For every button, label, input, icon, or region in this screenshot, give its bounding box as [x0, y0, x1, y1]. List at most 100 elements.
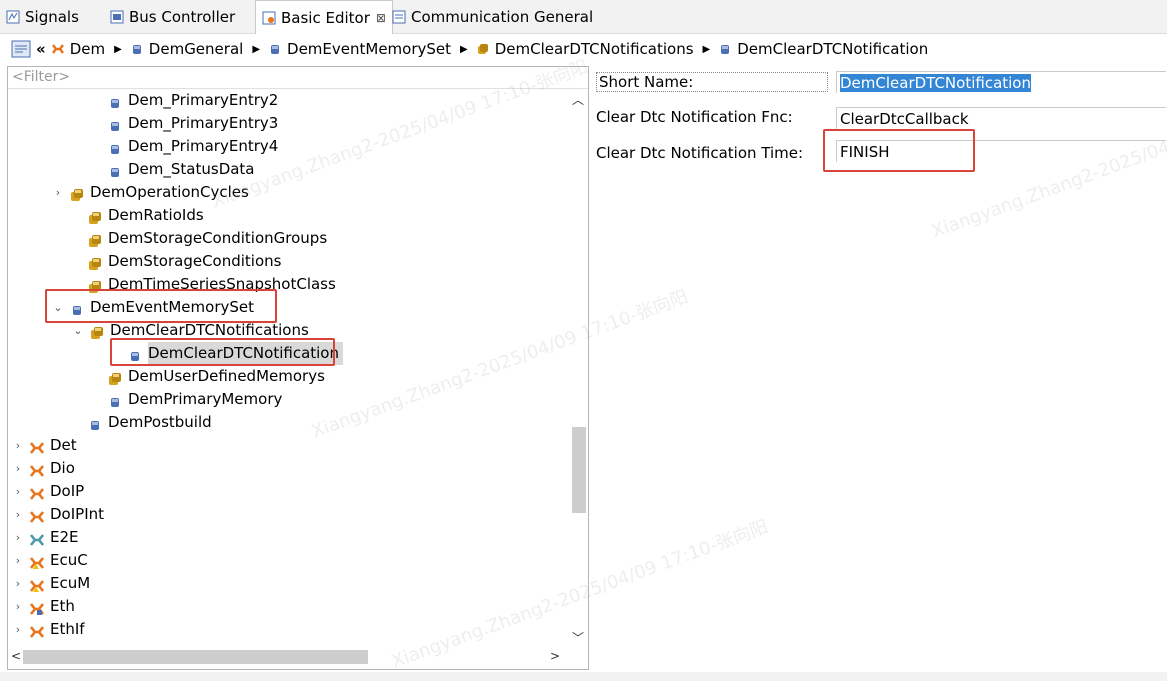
tree-item[interactable]: DemPostbuild	[70, 411, 212, 434]
scroll-up-icon[interactable]: ︿	[572, 91, 584, 108]
tree-item-label: Dem_PrimaryEntry4	[128, 137, 279, 155]
tree-item[interactable]: Dem_PrimaryEntry4	[90, 135, 278, 158]
tree-item[interactable]: DemUserDefinedMemorys	[90, 365, 325, 388]
horizontal-scroll-thumb[interactable]	[23, 650, 368, 664]
expand-toggle-icon[interactable]: ›	[12, 572, 24, 595]
module-warning-icon	[29, 554, 45, 569]
signals-icon	[6, 10, 20, 23]
tree-item[interactable]: Dem_PrimaryEntry2	[90, 89, 278, 112]
tree-item[interactable]: › DoIPInt	[12, 503, 104, 526]
vertical-scroll-thumb[interactable]	[572, 427, 586, 513]
tree-item-label: DemStorageConditions	[108, 252, 282, 270]
module-icon	[29, 508, 45, 523]
parameter-container-icon	[108, 163, 122, 177]
tab-bus-controller[interactable]: Bus Controller	[104, 0, 235, 33]
scroll-right-icon[interactable]: >	[550, 649, 560, 663]
tree-item-label: DoIPInt	[50, 505, 105, 523]
tree-view: Dem_PrimaryEntry2 Dem_PrimaryEntry3 Dem_Pr…	[8, 89, 568, 649]
parameter-container-icon	[88, 416, 102, 430]
container-list-icon	[88, 255, 102, 270]
tree-item-label: Eth	[50, 597, 75, 615]
expand-toggle-icon[interactable]: ›	[12, 526, 24, 549]
parameter-container-icon	[108, 393, 122, 407]
tree-item[interactable]: › EcuC	[12, 549, 88, 572]
tree-item-label: Dem_StatusData	[128, 160, 255, 178]
tree-item[interactable]: › Dio	[12, 457, 75, 480]
tree-item[interactable]: › EcuM	[12, 572, 90, 595]
tree-item-label: Dio	[50, 459, 75, 477]
parameter-container-icon	[108, 140, 122, 154]
expand-toggle-icon[interactable]: ›	[12, 549, 24, 572]
tree-item[interactable]: DemPrimaryMemory	[90, 388, 282, 411]
scroll-down-icon[interactable]: ﹀	[572, 629, 584, 646]
expand-toggle-icon[interactable]: ›	[12, 618, 24, 641]
container-icon	[132, 45, 141, 54]
scroll-left-icon[interactable]: <	[11, 649, 21, 663]
communication-icon	[392, 10, 406, 23]
status-strip	[0, 672, 1167, 681]
highlight-box-cleardtcnotification	[110, 338, 335, 366]
e2e-module-icon	[29, 531, 45, 546]
tree-item-label: DemOperationCycles	[90, 183, 249, 201]
expand-toggle-icon[interactable]: ›	[12, 480, 24, 503]
expand-toggle-icon[interactable]: ›	[12, 434, 24, 457]
container-list-icon	[108, 370, 122, 385]
short-name-field[interactable]: DemClearDTCNotification	[836, 71, 1166, 93]
expand-toggle-icon[interactable]: ›	[12, 503, 24, 526]
breadcrumb-item-dem[interactable]: Dem ▶	[51, 40, 131, 58]
module-icon	[29, 485, 45, 500]
tree-panel: <Filter> Dem_PrimaryEntry2 Dem_PrimaryEnt…	[7, 66, 589, 670]
tab-communication-general[interactable]: Communication General	[386, 0, 593, 33]
breadcrumb-item-demgeneral[interactable]: DemGeneral ▶	[131, 40, 269, 58]
bus-controller-icon	[110, 10, 124, 23]
tree-item[interactable]: DemRatioIds	[70, 204, 204, 227]
tab-basic-editor[interactable]: Basic Editor ⊠	[255, 0, 393, 34]
breadcrumb: « Dem ▶ DemGeneral ▶ DemEventMemorySet ▶ De…	[0, 34, 1167, 64]
short-name-label: Short Name:	[596, 72, 828, 92]
tree-item-label: EcuC	[50, 551, 88, 569]
filter-input[interactable]: <Filter>	[12, 69, 70, 85]
tree-item[interactable]: › Det	[12, 434, 77, 457]
fnc-field[interactable]: ClearDtcCallback	[836, 107, 1166, 129]
tree-item-label: EthIf	[50, 620, 85, 638]
tree-item-label: DemRatioIds	[108, 206, 204, 224]
outline-icon[interactable]	[11, 40, 31, 58]
tab-signals[interactable]: Signals	[0, 0, 79, 33]
module-icon	[29, 462, 45, 477]
container-list-icon	[88, 232, 102, 247]
tree-item[interactable]: DemStorageConditions	[70, 250, 281, 273]
expand-toggle-icon[interactable]: ›	[12, 595, 24, 618]
container-icon	[721, 45, 730, 54]
properties-panel: Short Name: DemClearDTCNotification Clea…	[590, 66, 1167, 668]
expand-toggle-icon[interactable]: ›	[12, 457, 24, 480]
close-tab-icon[interactable]: ⊠	[376, 11, 386, 25]
tree-item-label: Dem_PrimaryEntry3	[128, 114, 279, 132]
tree-item[interactable]: Dem_PrimaryEntry3	[90, 112, 278, 135]
vertical-scrollbar[interactable]: ︿ ﹀	[568, 89, 588, 647]
tree-item[interactable]: Dem_StatusData	[90, 158, 255, 181]
breadcrumb-back[interactable]: «	[36, 40, 46, 58]
tree-item-label: E2E	[50, 528, 79, 546]
highlight-box-time	[823, 129, 975, 172]
container-icon	[271, 45, 280, 54]
module-icon	[51, 44, 64, 54]
fnc-label: Clear Dtc Notification Fnc:	[596, 108, 793, 126]
basic-editor-icon	[262, 11, 276, 24]
time-label: Clear Dtc Notification Time:	[596, 144, 804, 162]
tree-item[interactable]: › Eth	[12, 595, 75, 618]
horizontal-scrollbar[interactable]: < >	[8, 647, 568, 667]
container-list-icon	[70, 186, 84, 201]
expand-toggle-icon[interactable]: ›	[52, 181, 64, 204]
breadcrumb-item-demcleardtcnotification[interactable]: DemClearDTCNotification	[719, 40, 928, 58]
highlight-box-eventmemoryset	[45, 289, 277, 323]
tree-item[interactable]: › DemOperationCycles	[52, 181, 249, 204]
tree-item[interactable]: › DoIP	[12, 480, 84, 503]
tree-item[interactable]: › EthIf	[12, 618, 85, 641]
tree-item-label: Det	[50, 436, 77, 454]
tree-item-label: EcuM	[50, 574, 91, 592]
tree-item[interactable]: DemStorageConditionGroups	[70, 227, 327, 250]
tree-item-label: DemUserDefinedMemorys	[128, 367, 325, 385]
tree-item[interactable]: › E2E	[12, 526, 79, 549]
breadcrumb-item-demeventmemoryset[interactable]: DemEventMemorySet ▶	[269, 40, 477, 58]
breadcrumb-item-demcleardtcnotifications[interactable]: DemClearDTCNotifications ▶	[477, 40, 720, 58]
